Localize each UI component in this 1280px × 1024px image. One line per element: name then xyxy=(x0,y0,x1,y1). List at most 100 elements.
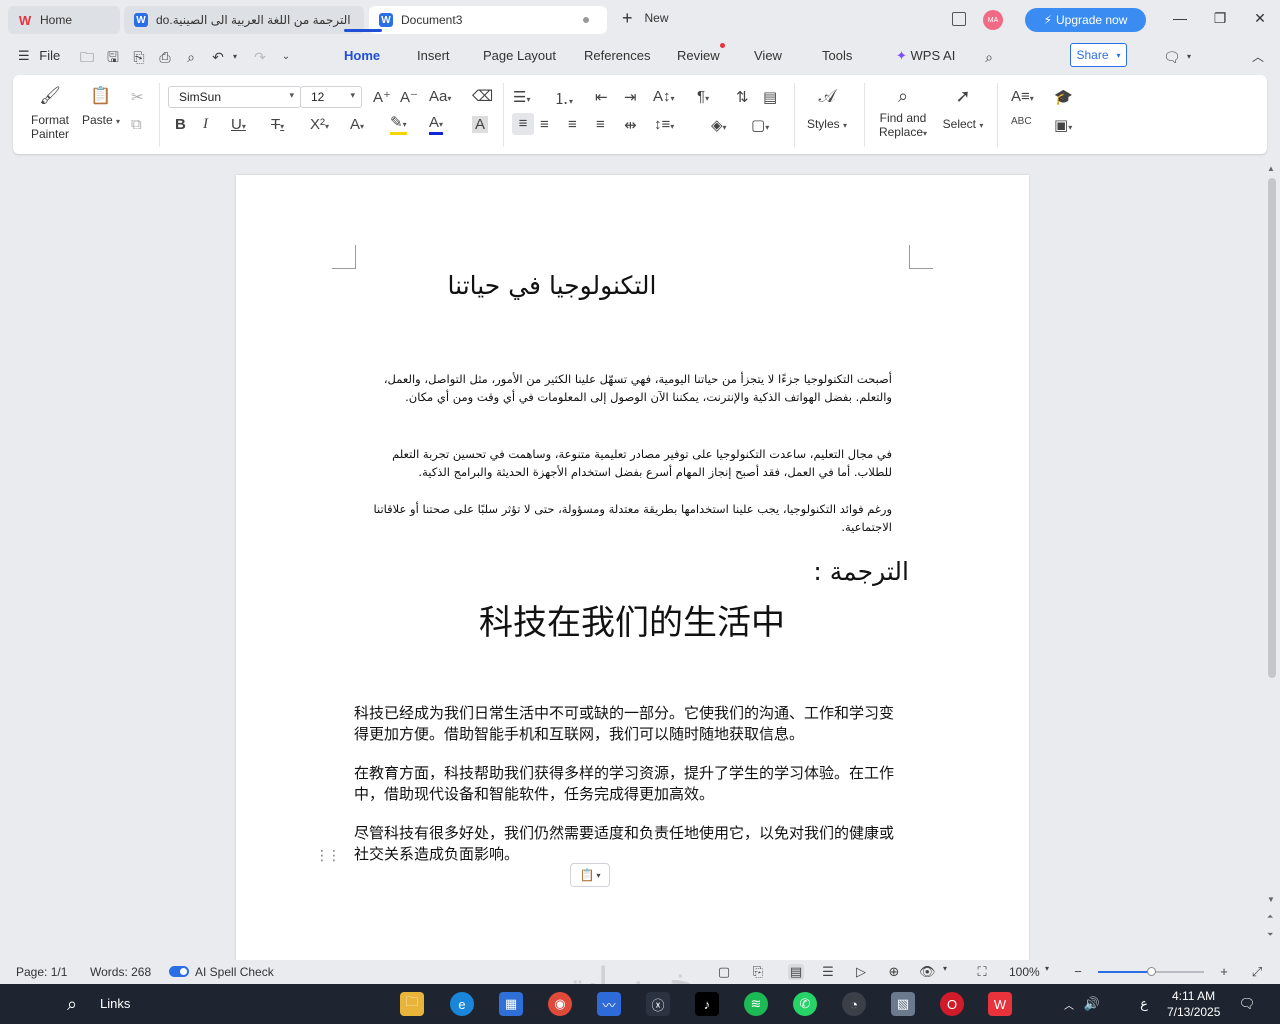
paragraph-mark-icon[interactable]: ¶▾ xyxy=(697,88,709,105)
scroll-down-icon[interactable]: ▼ xyxy=(1267,895,1275,904)
tab-document3[interactable]: W Document3 xyxy=(369,6,607,34)
tab-review[interactable]: Review xyxy=(677,48,720,63)
export-icon[interactable]: ⎘ xyxy=(750,964,766,980)
fullscreen-icon[interactable]: ⤢ xyxy=(1249,964,1265,980)
whatsapp-icon[interactable]: ✆ xyxy=(793,992,817,1016)
vertical-scrollbar[interactable]: ▲ ▼ ⏶ ⏷ xyxy=(1264,160,1280,960)
cut-icon[interactable]: ✂ xyxy=(131,88,144,106)
arabic-paragraph[interactable]: ورغم فوائد التكنولوجيا، يجب علينا استخدا… xyxy=(354,500,892,536)
collapse-ribbon-icon[interactable]: ︿ xyxy=(1250,49,1266,65)
chevron-up-icon[interactable]: ︿ xyxy=(1057,992,1081,1016)
education-icon[interactable]: 🎓 xyxy=(1054,88,1073,106)
zoom-level[interactable]: 100% xyxy=(1009,965,1040,979)
word-count[interactable]: Words: 268 xyxy=(90,965,151,979)
file-explorer-icon[interactable]: 🗀 xyxy=(400,992,424,1016)
print-icon[interactable]: ⎙ xyxy=(157,49,173,65)
align-left-icon[interactable]: ≡ xyxy=(512,113,534,135)
paste-button[interactable]: 📋 Paste ▾ xyxy=(79,87,123,129)
wps-ai-button[interactable]: ✦ WPS AI xyxy=(896,48,955,64)
justify-icon[interactable]: ≡ xyxy=(596,116,605,133)
bullets-icon[interactable]: ☰▾ xyxy=(513,88,530,106)
clock-date[interactable]: 7/13/2025 xyxy=(1167,1005,1220,1019)
chevron-down-icon[interactable]: ⌄ xyxy=(278,49,294,65)
font-size-select[interactable]: 12 ▾ xyxy=(300,86,362,108)
text-direction-icon[interactable]: A↕▾ xyxy=(653,88,675,105)
table-lines-icon[interactable]: ▤ xyxy=(763,88,777,106)
scroll-up-icon[interactable]: ▲ xyxy=(1267,164,1275,173)
volume-icon[interactable]: 🔊 xyxy=(1080,992,1104,1016)
chinese-title[interactable]: 科技在我们的生活中 xyxy=(356,595,908,644)
paragraph-drag-handle-icon[interactable]: ⋮⋮ xyxy=(315,847,341,864)
undo-dropdown-icon[interactable]: ▾ xyxy=(227,49,243,65)
play-icon[interactable]: ▷ xyxy=(853,964,869,980)
edge-browser-icon[interactable]: e xyxy=(450,992,474,1016)
undo-icon[interactable]: ↶ xyxy=(210,49,226,65)
superscript-icon[interactable]: X²▾ xyxy=(310,116,329,133)
new-tab-button[interactable]: + New xyxy=(622,9,669,27)
minimize-icon[interactable]: — xyxy=(1170,10,1190,26)
zoom-slider-knob[interactable] xyxy=(1147,967,1156,976)
spotify-icon[interactable]: ≋ xyxy=(744,992,768,1016)
spell-check-toggle[interactable] xyxy=(169,966,189,977)
app-wave-icon[interactable]: 〰 xyxy=(597,992,621,1016)
taskbar-search-label[interactable]: Links xyxy=(100,996,130,1011)
text-effect-icon[interactable]: A▾ xyxy=(350,116,364,133)
open-folder-icon[interactable]: 🗀 xyxy=(79,49,95,65)
character-shading-icon[interactable]: A xyxy=(472,116,489,133)
maximize-icon[interactable]: ❐ xyxy=(1210,10,1230,27)
clock-time[interactable]: 4:11 AM xyxy=(1172,989,1215,1003)
tab-insert[interactable]: Insert xyxy=(417,48,450,63)
fit-page-icon[interactable]: ⛶ xyxy=(974,964,990,980)
avatar[interactable]: MA xyxy=(983,10,1003,30)
chinese-paragraph[interactable]: 尽管科技有很多好处，我们仍然需要适度和负责任地使用它，以免对我们的健康或社交关系… xyxy=(354,823,902,865)
protect-doc-icon[interactable]: ▢ xyxy=(716,964,732,980)
eye-icon[interactable]: 👁 xyxy=(919,964,936,980)
comment-icon[interactable]: 🗨 xyxy=(1163,49,1181,65)
opera-icon[interactable]: O xyxy=(940,992,964,1016)
paste-options-button[interactable]: 📋 ▾ xyxy=(570,863,610,887)
arabic-paragraph[interactable]: أصبحت التكنولوجيا جزءًا لا يتجزأ من حيات… xyxy=(354,370,892,406)
line-spacing-icon[interactable]: ↕≡▾ xyxy=(654,116,674,133)
windows-start-icon[interactable] xyxy=(13,995,31,1013)
input-language-indicator[interactable]: ع xyxy=(1132,992,1156,1016)
tab-page-layout[interactable]: Page Layout xyxy=(483,48,556,63)
file-menu[interactable]: ☰ File xyxy=(18,48,60,64)
upgrade-button[interactable]: ⚡ Upgrade now xyxy=(1025,8,1146,32)
print-preview-icon[interactable]: ⌕ xyxy=(183,49,199,65)
zoom-slider[interactable] xyxy=(1098,967,1204,976)
select-button[interactable]: ➚ Select ▾ xyxy=(935,87,991,133)
format-painter-button[interactable]: 🖌 Format Painter xyxy=(27,87,73,141)
arabic-title[interactable]: التكنولوجيا في حياتنا xyxy=(356,271,748,300)
wps-office-icon[interactable]: W xyxy=(988,992,1012,1016)
zoom-out-icon[interactable]: − xyxy=(1070,964,1086,979)
grow-font-icon[interactable]: A⁺ xyxy=(373,88,391,106)
web-view-icon[interactable]: ⊕ xyxy=(886,964,902,980)
numbering-icon[interactable]: ⒈▾ xyxy=(554,88,573,109)
tab-home-ribbon[interactable]: Home xyxy=(344,48,380,63)
page-down-icon[interactable]: ⏷ xyxy=(1267,930,1273,940)
chevron-down-icon[interactable]: ▾ xyxy=(937,964,953,973)
store-icon[interactable]: ▦ xyxy=(499,992,523,1016)
page-up-icon[interactable]: ⏶ xyxy=(1267,912,1273,922)
copy-icon[interactable]: ⧉ xyxy=(131,116,142,133)
window-tile-icon[interactable] xyxy=(952,12,966,26)
zoom-in-icon[interactable]: + xyxy=(1216,964,1232,979)
change-case-icon[interactable]: Aa▾ xyxy=(429,88,451,105)
shrink-font-icon[interactable]: A⁻ xyxy=(400,88,418,106)
notifications-icon[interactable]: 🗨 xyxy=(1235,992,1259,1016)
align-center-icon[interactable]: ≡ xyxy=(540,116,549,133)
page-count[interactable]: Page: 1/1 xyxy=(16,965,67,979)
highlight-icon[interactable]: ✎▾ xyxy=(390,115,407,135)
tab-home[interactable]: W Home xyxy=(8,6,120,34)
page-view-icon[interactable]: ▤ xyxy=(788,964,804,980)
font-name-select[interactable]: SimSun ▾ xyxy=(168,86,301,108)
chinese-paragraph[interactable]: 科技已经成为我们日常生活中不可或缺的一部分。它使我们的沟通、工作和学习变得更加方… xyxy=(354,703,902,745)
find-replace-button[interactable]: ⌕ Find and Replace▾ xyxy=(873,87,933,141)
redo-icon[interactable]: ↷ xyxy=(252,49,268,65)
tab-references[interactable]: References xyxy=(584,48,650,63)
sort-icon[interactable]: ⇅ xyxy=(736,88,749,106)
align-right-icon[interactable]: ≡ xyxy=(568,116,577,133)
increase-indent-icon[interactable]: ⇥ xyxy=(624,88,637,106)
strikethrough-icon[interactable]: T▾ xyxy=(271,116,284,133)
spell-check-icon[interactable]: ABC xyxy=(1011,116,1032,127)
